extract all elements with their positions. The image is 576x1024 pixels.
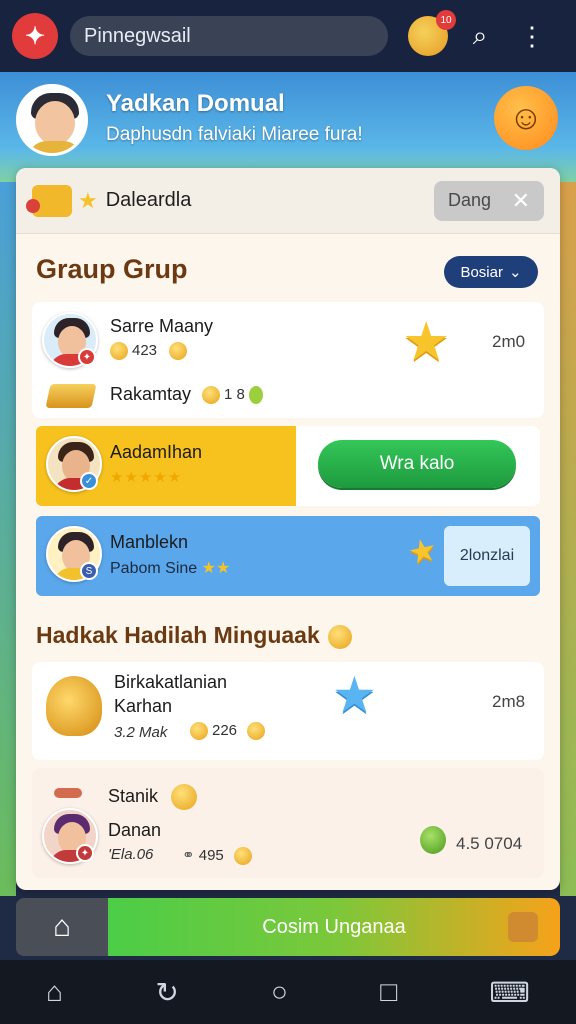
gold-bar-icon xyxy=(45,384,97,408)
app-title-field[interactable]: Pinnegwsail xyxy=(70,16,388,56)
reward-card[interactable]: Stanik ✦ Danan 'Ela.06 ⚭ 495 4.5 0704 xyxy=(32,768,544,878)
sort-dropdown-label: Bosiar xyxy=(460,263,503,281)
member-name: Rakamtay xyxy=(110,384,192,404)
action-area: Wra kalo xyxy=(296,426,540,506)
member-card[interactable]: ✦ Sarre Maany 423 ★ 2m0 Rakamtay 1 8 xyxy=(32,302,544,418)
panel-header: ★ Daleardla Dang ✕ xyxy=(16,168,560,234)
member-name: AadamIhan xyxy=(110,442,203,462)
member-badge-icon: S xyxy=(80,562,98,580)
green-gem-icon xyxy=(420,826,446,854)
treasure-box-icon xyxy=(26,184,72,217)
smiley-icon: ☺ xyxy=(494,86,558,150)
banner-title: Yadkan Domual xyxy=(106,90,285,117)
recent-apps-icon[interactable]: □ xyxy=(380,976,397,1008)
ribbon-icon xyxy=(54,788,82,798)
sort-dropdown[interactable]: Bosiar ⌄ xyxy=(444,256,538,288)
app-logo-icon[interactable]: ✦ xyxy=(12,13,58,59)
home-button[interactable]: ⌂ xyxy=(16,898,108,956)
reward-value: 4.5 0704 xyxy=(456,834,523,853)
dollar-coin-icon xyxy=(327,624,352,649)
coin-icon xyxy=(202,386,220,405)
profile-avatar[interactable]: 10 xyxy=(408,10,456,56)
close-panel-button[interactable]: Dang ✕ xyxy=(434,180,544,221)
reward-subtitle: Karhan xyxy=(114,696,173,716)
reward-meta: 'Ela.06 xyxy=(108,846,154,863)
keyboard-icon[interactable]: ⌨ xyxy=(489,976,529,1009)
home-nav-icon[interactable]: ⌂ xyxy=(46,976,63,1008)
coin-icon xyxy=(233,847,252,866)
cookie-icon xyxy=(508,912,538,942)
circle-home-icon[interactable]: ○ xyxy=(271,976,288,1008)
star-icon: ★ xyxy=(78,187,98,213)
member-action-button[interactable]: 2lonzlai xyxy=(444,526,530,586)
member-points: 1 8 xyxy=(202,386,264,405)
welcome-banner: Yadkan Domual Daphusdn falviaki Miaree f… xyxy=(0,72,576,182)
app-title: Pinnegwsail xyxy=(84,24,191,47)
system-nav-bar: ⌂ ↻ ○ □ ⌨ xyxy=(0,960,576,1024)
member-rank: 2m0 xyxy=(492,332,526,351)
cta-label: Cosim Unganaa xyxy=(262,915,406,938)
coin-icon xyxy=(247,722,266,741)
reward-points: ⚭ 495 xyxy=(182,846,256,866)
reward-label: Stanik xyxy=(108,784,201,810)
coin-bag-icon xyxy=(169,342,188,361)
member-badge-icon: ✦ xyxy=(78,348,96,366)
panel-title: Daleardla xyxy=(105,189,192,211)
dollar-coin-icon xyxy=(171,784,198,810)
reward-meta: 3.2 Mak xyxy=(114,724,168,741)
top-bar: ✦ Pinnegwsail 10 ⌕ ⋮ xyxy=(0,0,576,72)
coin-icon xyxy=(190,722,208,741)
lime-icon xyxy=(249,386,264,405)
member-card-blue[interactable]: S Manblekn Pabom Sine ★★ ★ 2lonzlai xyxy=(36,516,540,596)
refresh-icon[interactable]: ↻ xyxy=(155,976,178,1009)
member-card-highlight[interactable]: ✓ AadamIhan ★★★★★ Wra kalo xyxy=(36,426,540,506)
reward-name: Birkakatlanian xyxy=(114,672,228,692)
rating-stars: ★★★★★ xyxy=(110,469,183,486)
search-icon[interactable]: ⌕ xyxy=(460,16,500,56)
notification-badge: 10 xyxy=(436,10,456,30)
reward-points: 226 xyxy=(190,722,269,741)
gold-star-icon: ★ xyxy=(402,312,451,372)
treasure-pot-icon xyxy=(46,676,102,736)
scenery-left xyxy=(0,182,16,896)
reward-name: Danan xyxy=(108,820,162,840)
rewards-section-title: Hadkak Hadilah Minguaak xyxy=(36,622,356,649)
stars-icon: ★★ xyxy=(201,560,231,577)
member-badge-icon: ✓ xyxy=(80,472,98,490)
member-name: Sarre Maany xyxy=(110,316,214,336)
more-options-icon[interactable]: ⋮ xyxy=(512,16,552,56)
coin-icon xyxy=(110,342,128,361)
link-icon: ⚭ xyxy=(182,847,199,864)
primary-cta-button[interactable]: Cosim Unganaa xyxy=(108,898,560,956)
invite-button[interactable]: Wra kalo xyxy=(318,440,516,488)
close-button-label: Dang xyxy=(448,190,492,210)
scenery-right xyxy=(560,182,576,896)
member-points: 423 xyxy=(110,342,191,361)
group-section-title: Graup Grup xyxy=(36,254,188,284)
banner-subtitle: Daphusdn falviaki Miaree fura! xyxy=(106,124,363,145)
bottom-action-bar: ⌂ Cosim Unganaa xyxy=(16,898,560,956)
member-badge-icon: ✦ xyxy=(76,844,94,862)
reward-card[interactable]: Birkakatlanian Karhan 3.2 Mak 226 ★ 2m8 xyxy=(32,662,544,760)
member-name: Manblekn xyxy=(110,532,189,552)
main-panel: ★ Daleardla Dang ✕ Graup Grup Bosiar ⌄ ✦… xyxy=(16,168,560,890)
user-avatar[interactable] xyxy=(16,84,88,156)
arrow-star-icon: ★ xyxy=(404,530,441,572)
blue-star-icon: ★ xyxy=(332,667,377,723)
chevron-down-icon: ⌄ xyxy=(508,264,522,281)
close-icon: ✕ xyxy=(511,187,530,213)
reward-rank: 2m8 xyxy=(492,692,526,711)
member-subtitle: Pabom Sine ★★ xyxy=(110,560,231,577)
home-icon: ⌂ xyxy=(52,910,72,943)
